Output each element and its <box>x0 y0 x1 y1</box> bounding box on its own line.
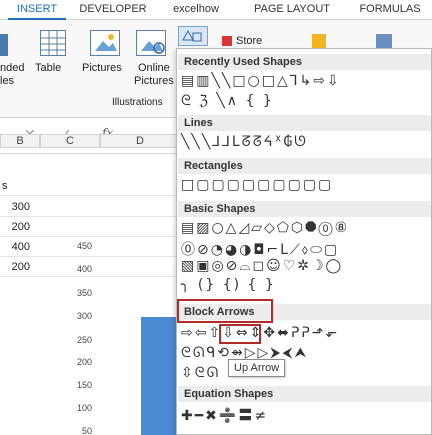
line-shapes-row[interactable]: ╲╲╲⅃⅃ᒪᘔᘔᔦᕽ₲ᘎ <box>181 134 308 150</box>
illustrations-group-label: Illustrations <box>112 97 163 108</box>
online-label2: Pictures <box>134 75 174 87</box>
cell-value[interactable]: 300 <box>0 201 30 213</box>
table-icon <box>40 30 66 56</box>
y-tick-label: 100 <box>76 403 92 413</box>
section-lines: Lines <box>178 115 431 131</box>
pictures-icon <box>90 30 120 56</box>
chart-bar[interactable] <box>141 317 177 435</box>
y-tick-label: 200 <box>76 357 92 367</box>
section-recent: Recently Used Shapes <box>178 54 431 70</box>
column-header-c[interactable]: C <box>40 134 100 148</box>
block-arrows-highlight <box>177 299 273 323</box>
up-arrow-highlight <box>219 324 261 344</box>
tab-insert[interactable]: INSERT <box>8 2 66 20</box>
y-tick-label: 300 <box>76 311 92 321</box>
basic-shapes-row[interactable]: ╮ (} {) { } <box>181 277 276 293</box>
tab-excelhow[interactable]: excelhow <box>164 2 228 20</box>
section-equation-shapes: Equation Shapes <box>178 386 431 402</box>
online-pictures-button[interactable]: Online Pictures <box>134 62 174 88</box>
tab-developer[interactable]: DEVELOPER <box>76 2 150 20</box>
y-tick-label: 350 <box>76 288 92 298</box>
pivot-icon <box>0 34 8 56</box>
online-label: Online <box>137 62 170 74</box>
table-row: 200 <box>0 221 180 237</box>
cell-value[interactable]: 200 <box>0 261 30 273</box>
recommended-label-clip2: les <box>0 75 15 87</box>
column-header-b[interactable]: B <box>0 134 40 148</box>
table-row: s <box>0 180 180 196</box>
equation-shapes-row[interactable]: ✚━✖➗〓≠ <box>181 405 268 425</box>
basic-shapes-row[interactable]: ▤▨○△◿▱◇⬠⬡⯃⓪⑧ <box>181 220 349 236</box>
recent-shapes-row[interactable]: ᘓ ℨ ╲∧ { } <box>181 93 274 109</box>
cell-header-clip: s <box>2 180 8 192</box>
addin-icon <box>312 34 326 48</box>
store-button[interactable]: Store <box>236 35 262 47</box>
y-tick-label: 50 <box>81 426 92 435</box>
up-arrow-tooltip: Up Arrow <box>228 359 286 377</box>
section-basic-shapes: Basic Shapes <box>178 201 431 217</box>
pictures-button[interactable]: Pictures <box>82 62 122 75</box>
recommended-button[interactable]: nded les <box>0 62 24 88</box>
table-row: 300 <box>0 201 180 217</box>
store-icon <box>222 36 232 46</box>
shapes-dropdown: Recently Used Shapes ▤▥╲╲□○□△⅂↳⇨⇩ ᘓ ℨ ╲∧… <box>176 48 432 435</box>
recommended-label-clip: nded <box>0 62 25 74</box>
y-tick-label: 150 <box>76 380 92 390</box>
pictures-label: Pictures <box>82 62 122 74</box>
online-pictures-icon <box>136 30 166 56</box>
shapes-button[interactable] <box>178 26 208 46</box>
chart-icon <box>376 34 392 48</box>
basic-shapes-row[interactable]: ▧▣◎⊘⌓◻☺♡✲☽◯ <box>181 258 343 274</box>
recent-shapes-row[interactable]: ▤▥╲╲□○□△⅂↳⇨⇩ <box>181 73 341 89</box>
tab-page-layout[interactable]: PAGE LAYOUT <box>244 2 340 20</box>
rectangle-shapes-row[interactable]: □▢▢▢▢▢▢▢▢▢ <box>181 177 333 193</box>
table-button[interactable]: Table <box>35 62 61 75</box>
tab-formulas[interactable]: FORMULAS <box>352 2 428 20</box>
table-label: Table <box>35 62 62 74</box>
ribbon-tabs: INSERT DEVELOPER excelhow PAGE LAYOUT FO… <box>0 0 432 20</box>
y-tick-label: 450 <box>76 241 92 251</box>
basic-shapes-row[interactable]: ⓪⊘◔◕◑◘⌐ᒪ⟋⬨⬭▢ <box>181 239 339 259</box>
block-arrows-row[interactable]: ⇳ᘓᘏ <box>181 365 220 381</box>
section-rectangles: Rectangles <box>178 158 431 174</box>
column-header-d[interactable]: D <box>100 134 180 148</box>
y-tick-label: 250 <box>76 335 92 345</box>
cell-value[interactable]: 200 <box>0 221 30 233</box>
y-tick-label: 400 <box>76 264 92 274</box>
cell-value[interactable]: 400 <box>0 241 30 253</box>
